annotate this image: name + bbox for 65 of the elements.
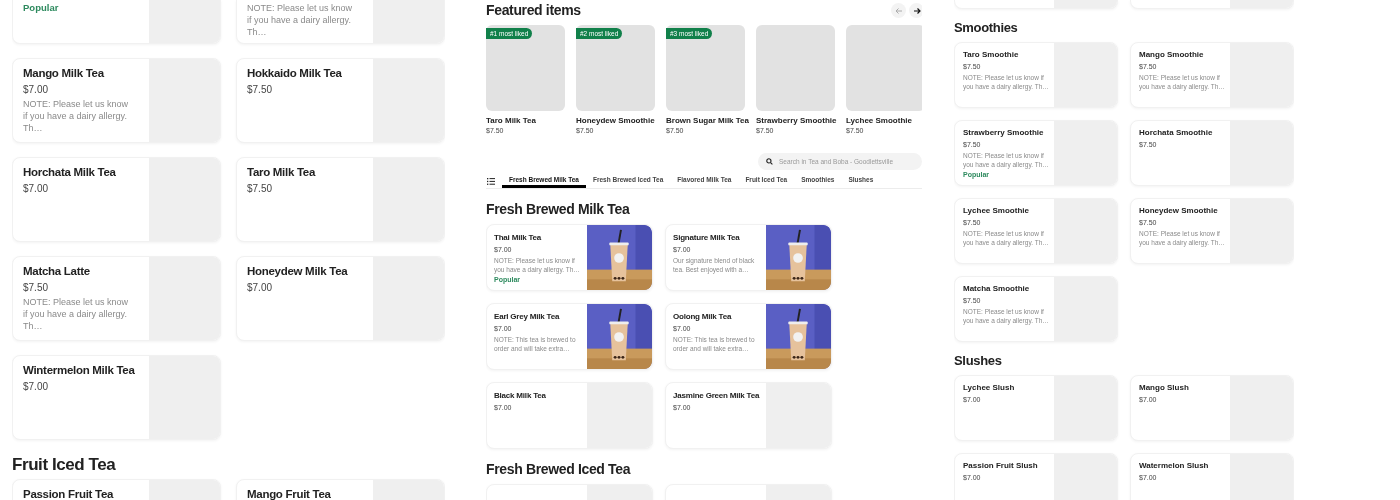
image-placeholder[interactable] [756, 25, 835, 111]
popular-label: Popular [23, 2, 60, 14]
item-name: Horchata Smoothie [1139, 128, 1214, 138]
menu-item-card[interactable]: Honeydew Milk Tea $7.00 [236, 256, 445, 341]
menu-item-card[interactable]: Mango Milk Tea $7.00 NOTE: Please let us know if you have a dairy allergy. Th… [12, 58, 221, 143]
item-name: Jasmine Green Milk Tea [673, 389, 761, 401]
section-heading: Fruit Iced Tea [12, 454, 117, 476]
item-name: Oolong Milk Tea [673, 310, 733, 322]
item-name: Taro Smoothie [963, 50, 1020, 60]
menu-item-card[interactable]: NOTE: Please let us know if you have a dairy allergy. Th… [236, 0, 445, 44]
item-description: NOTE: Please let us know if you have a dairy allergy. Th… [247, 2, 354, 38]
item-name: Wintermelon Milk Tea [23, 364, 136, 377]
menu-item-card[interactable]: Popular [12, 0, 221, 44]
item-name: Matcha Latte [23, 265, 91, 278]
item-name: Strawberry Smoothie [963, 128, 1045, 138]
item-name: Honeydew Milk Tea [247, 265, 349, 278]
item-name: Mango Fruit Tea [247, 488, 332, 500]
item-price: $7.00 [23, 380, 50, 393]
item-name: Strawberry Smoothie [756, 116, 835, 126]
section-heading: Fresh Brewed Iced Tea [486, 460, 632, 477]
item-description: NOTE: Please let us know if you have a dairy allergy. Th… [23, 296, 130, 332]
item-price: $7.50 [247, 83, 274, 96]
menu-item-card[interactable]: Passion Fruit Tea [12, 479, 221, 500]
item-price: $7.00 [247, 281, 274, 294]
arrow-right-icon [912, 6, 921, 15]
item-price: $7.00 [23, 83, 50, 96]
item-name: Taro Milk Tea [247, 166, 317, 179]
menu-item-card[interactable]: Horchata Milk Tea $7.00 [12, 157, 221, 242]
item-name: Signature Milk Tea [673, 231, 741, 243]
item-name: Mango Slush [1139, 383, 1190, 393]
item-name: Watermelon Slush [1139, 461, 1210, 471]
menu-item-card[interactable]: Wintermelon Milk Tea $7.00 [12, 355, 221, 440]
item-name: Earl Grey Milk Tea [494, 310, 561, 322]
item-price: $7.00 [23, 182, 50, 195]
section-heading: Featured items [486, 1, 581, 20]
arrow-left-icon [894, 6, 903, 15]
next-button[interactable] [909, 3, 922, 18]
item-name: Lychee Smoothie [846, 116, 913, 126]
menu-item-card[interactable]: Taro Milk Tea $7.50 [236, 157, 445, 242]
section-heading: Slushes [954, 353, 1003, 368]
item-description: NOTE: Please let us know if you have a dairy allergy. Th… [23, 98, 130, 134]
item-name: Honeydew Smoothie [1139, 206, 1219, 216]
item-name: Black Milk Tea [494, 389, 547, 401]
item-name: Lychee Slush [963, 383, 1016, 393]
item-name: Mango Milk Tea [23, 67, 106, 80]
item-name: Lychee Smoothie [963, 206, 1030, 216]
item-price: $7.50 [23, 281, 50, 294]
item-name: Horchata Milk Tea [23, 166, 117, 179]
list-icon[interactable] [487, 177, 495, 185]
section-heading: Fresh Brewed Milk Tea [486, 200, 631, 217]
section-heading: Smoothies [954, 20, 1019, 35]
menu-item-card[interactable]: Mango Fruit Tea [236, 479, 445, 500]
item-name: Passion Fruit Slush [963, 461, 1039, 471]
item-name: Honeydew Smoothie [576, 116, 655, 126]
item-name: Passion Fruit Tea [23, 488, 115, 500]
item-name: Thai Milk Tea [494, 231, 543, 243]
menu-item-card[interactable]: Hokkaido Milk Tea $7.50 [236, 58, 445, 143]
item-name: Taro Milk Tea [486, 116, 537, 126]
image-placeholder[interactable] [846, 25, 922, 111]
search-icon [766, 158, 773, 165]
item-name: Hokkaido Milk Tea [247, 67, 343, 80]
menu-item-card[interactable]: Matcha Latte $7.50 NOTE: Please let us know if you have a dairy allergy. Th… [12, 256, 221, 341]
item-name: Matcha Smoothie [963, 284, 1031, 294]
item-name: Mango Smoothie [1139, 50, 1205, 60]
item-price: $7.50 [247, 182, 274, 195]
